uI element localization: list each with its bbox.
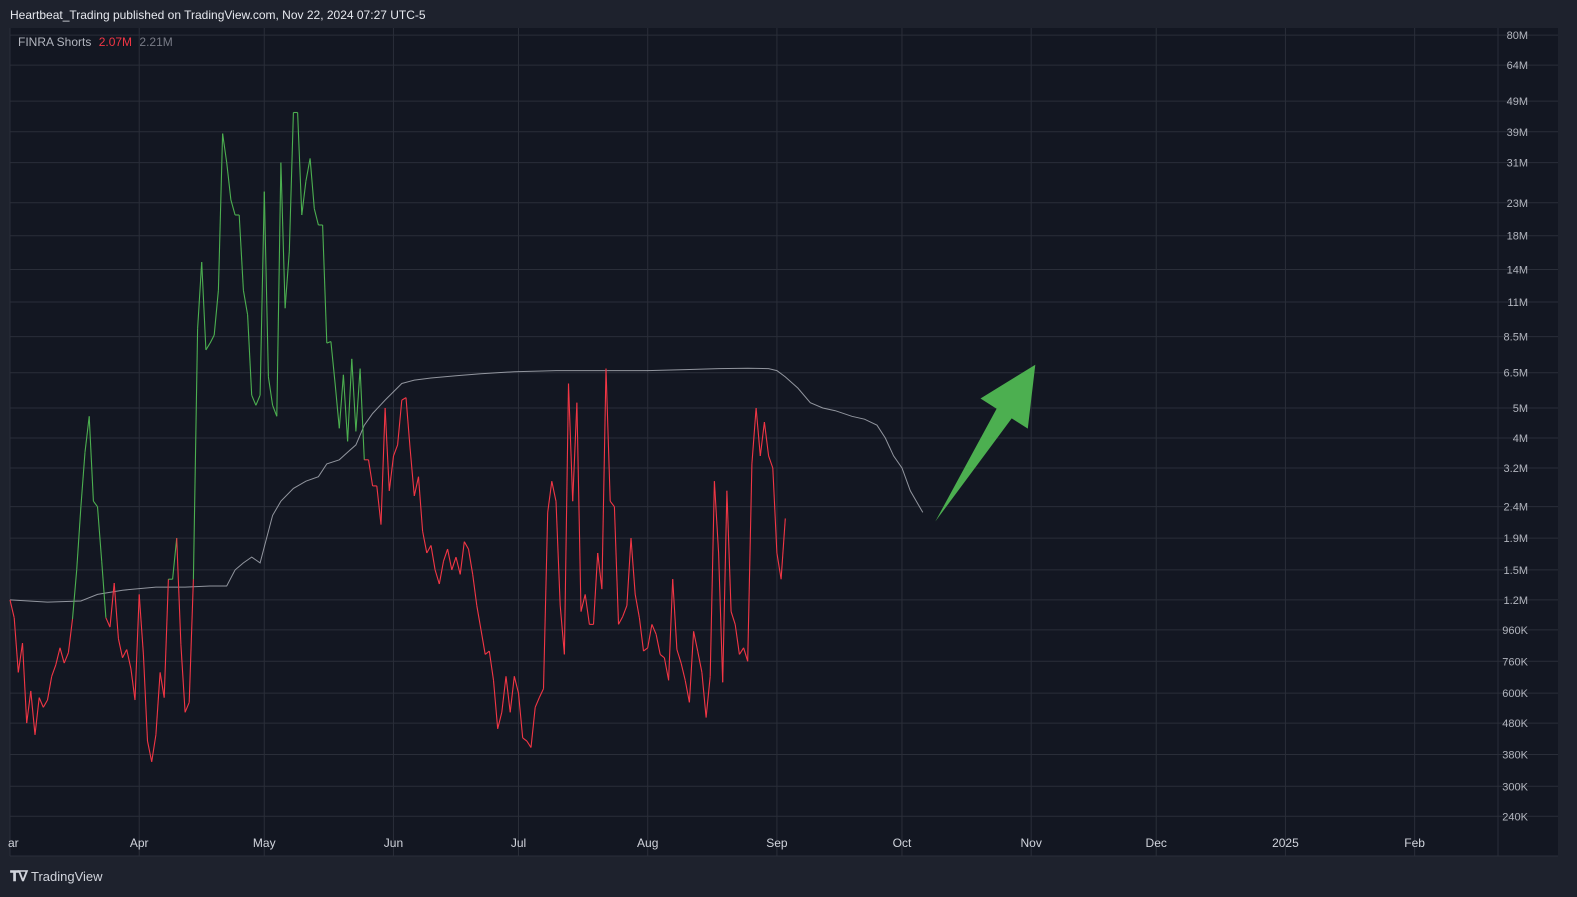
y-tick-label: 64M [1507, 60, 1528, 72]
x-tick-label: Dec [1146, 836, 1167, 850]
y-tick-label: 4M [1513, 433, 1528, 445]
y-tick-label: 11M [1507, 297, 1528, 309]
publish-header: Heartbeat_Trading published on TradingVi… [0, 0, 1577, 28]
y-tick-label: 3.2M [1504, 463, 1528, 475]
y-tick-label: 2.4M [1504, 502, 1528, 514]
x-tick-label: Jun [384, 836, 403, 850]
finra-shorts-chart[interactable]: 80M 64M 49M 39M 31M 23M 18M 14M 11M 8.5M 6.5M 5M 4M 3… [0, 0, 1577, 897]
x-tick-label: May [253, 836, 276, 850]
y-tick-label: 6.5M [1504, 368, 1528, 380]
y-tick-label: 960K [1502, 625, 1528, 637]
x-tick-label: Oct [893, 836, 912, 850]
y-tick-label: 760K [1502, 656, 1528, 668]
y-tick-label: 23M [1507, 198, 1528, 210]
left-margin [0, 0, 10, 897]
publish-info: Heartbeat_Trading published on TradingVi… [10, 8, 426, 22]
chart-area[interactable]: 80M 64M 49M 39M 31M 23M 18M 14M 11M 8.5M 6.5M 5M 4M 3… [0, 0, 1577, 897]
y-tick-label: 480K [1502, 718, 1528, 730]
plot-background [10, 27, 1558, 856]
y-tick-label: 1.9M [1504, 533, 1528, 545]
y-tick-label: 80M [1507, 30, 1528, 42]
x-tick-label: Feb [1404, 836, 1425, 850]
y-tick-label: 1.2M [1504, 595, 1528, 607]
y-tick-label: 14M [1507, 265, 1528, 277]
series-legend[interactable]: FINRA Shorts 2.07M 2.21M [18, 35, 173, 49]
x-tick-label: 2025 [1272, 836, 1299, 850]
x-tick-label: Jul [511, 836, 526, 850]
y-tick-label: 1.5M [1504, 565, 1528, 577]
tradingview-logo-icon: 𝐓∇ [10, 868, 28, 884]
brand-label: TradingView [30, 869, 103, 884]
x-tick-label: Apr [130, 836, 149, 850]
y-tick-label: 31M [1507, 158, 1528, 170]
footer-bar: 𝐓∇ TradingView [0, 860, 1577, 897]
x-tick-label: ar [8, 836, 19, 850]
tradingview-brand[interactable]: 𝐓∇ TradingView [10, 868, 103, 885]
legend-average-value: 2.21M [139, 35, 173, 49]
legend-current-value: 2.07M [98, 35, 133, 49]
y-tick-label: 49M [1507, 96, 1528, 108]
x-tick-label: Sep [766, 836, 788, 850]
y-tick-label: 18M [1507, 231, 1528, 243]
legend-series-name: FINRA Shorts [18, 35, 92, 49]
x-tick-label: Nov [1021, 836, 1042, 850]
y-tick-label: 600K [1502, 688, 1528, 700]
x-tick-label: Aug [637, 836, 658, 850]
y-tick-label: 240K [1502, 811, 1528, 823]
y-tick-label: 300K [1502, 781, 1528, 793]
right-margin [1558, 0, 1577, 897]
y-tick-label: 380K [1502, 750, 1528, 762]
y-tick-label: 5M [1513, 403, 1528, 415]
y-tick-label: 8.5M [1504, 332, 1528, 344]
y-tick-label: 39M [1507, 127, 1528, 139]
